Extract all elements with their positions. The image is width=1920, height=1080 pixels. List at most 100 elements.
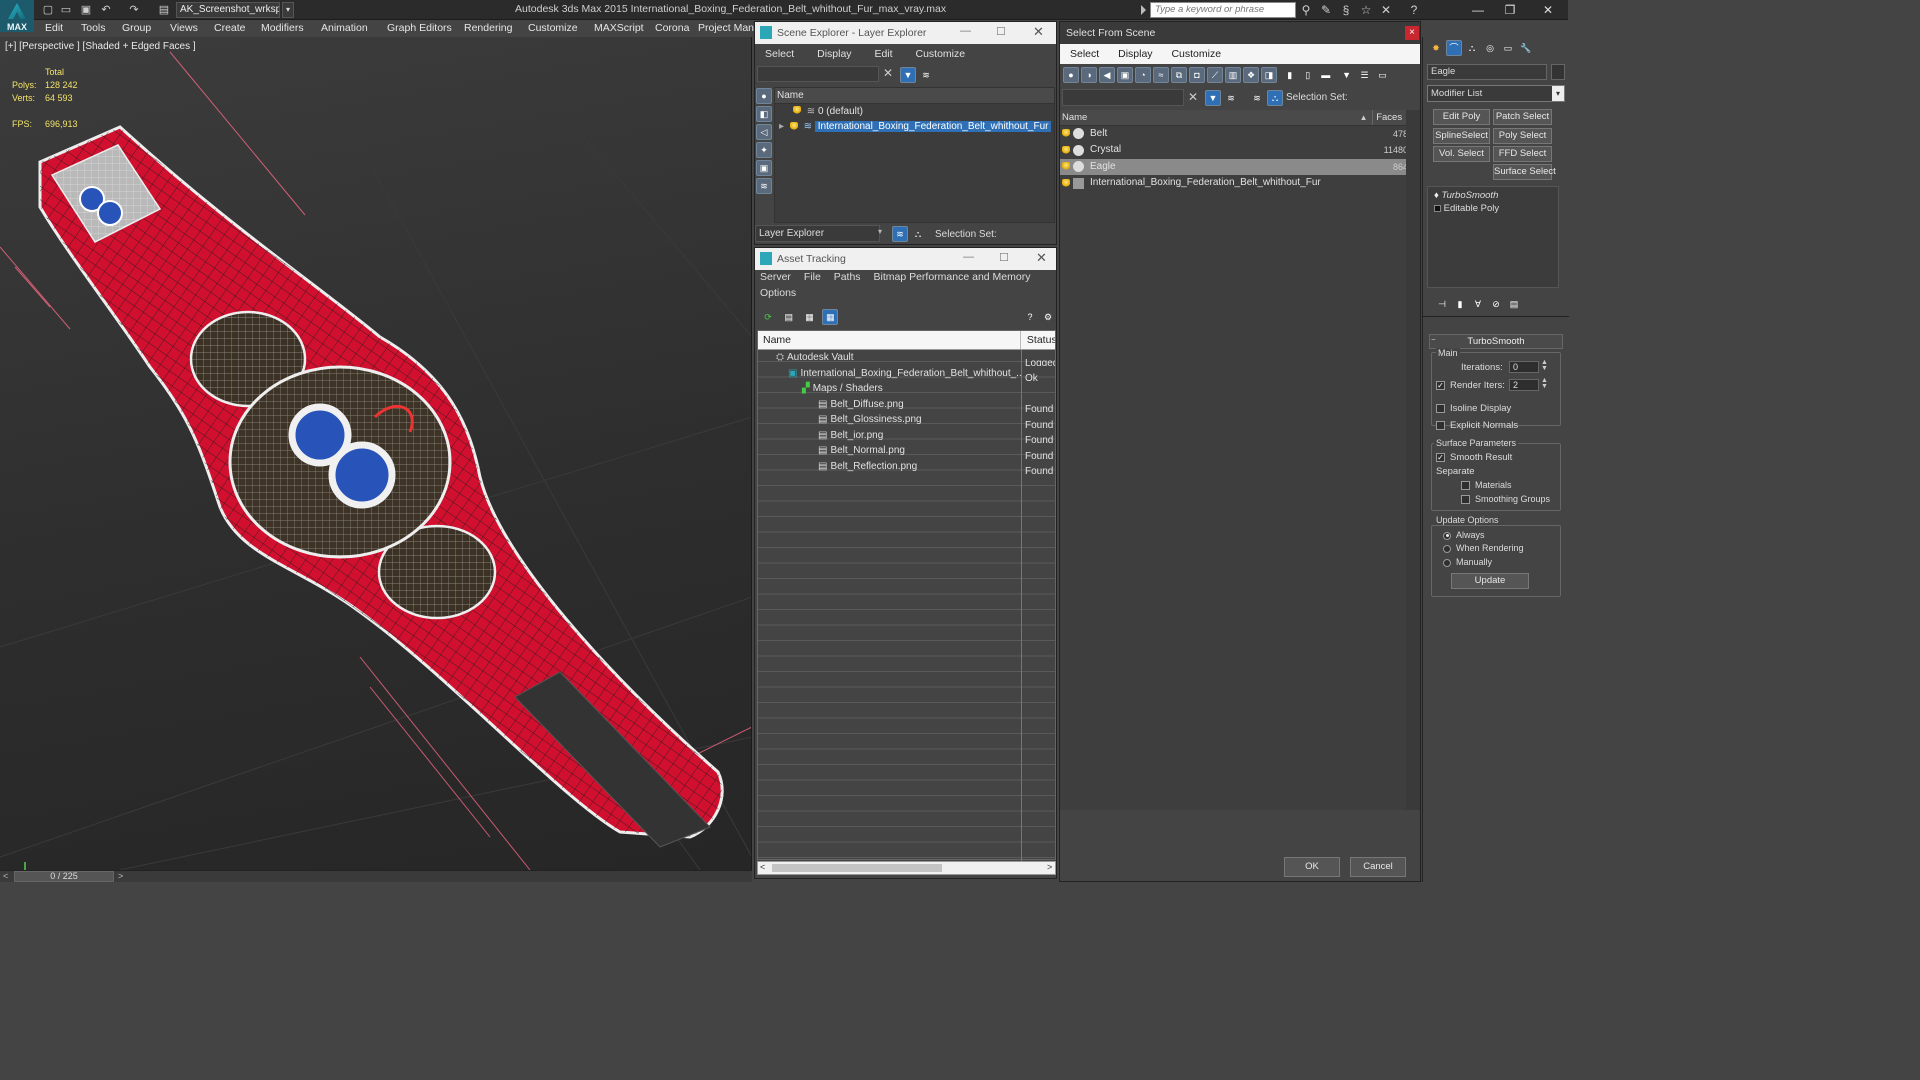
asset-tracking-maximize[interactable]: ☐ xyxy=(999,251,1009,264)
sfs-list-row[interactable]: International_Boxing_Federation_Belt_whi… xyxy=(1060,175,1406,192)
display-geometry-icon[interactable]: ● xyxy=(1063,67,1079,83)
se-display-cameras-icon[interactable]: ▣ xyxy=(756,160,772,176)
time-next-icon[interactable]: > xyxy=(118,871,123,881)
materials-row[interactable]: Materials xyxy=(1461,480,1512,491)
menu-rendering[interactable]: Rendering xyxy=(464,22,512,34)
undo-icon[interactable]: ↶ xyxy=(98,2,114,18)
at-table-row[interactable]: ▤ Belt_Reflection.png Found xyxy=(758,459,1055,475)
display-lights-icon[interactable]: ◀ xyxy=(1099,67,1115,83)
display-cameras-icon[interactable]: ▣ xyxy=(1117,67,1133,83)
display-invert-icon[interactable]: ▬ xyxy=(1318,67,1334,83)
motion-tab-icon[interactable]: ◎ xyxy=(1482,40,1498,56)
asset-tracking-close[interactable]: ✕ xyxy=(1036,250,1047,266)
asset-tracking-minimize[interactable]: — xyxy=(963,251,974,263)
minimize-button[interactable]: — xyxy=(1462,0,1494,20)
scroll-right-icon[interactable]: > xyxy=(1047,862,1052,872)
sfs-find-input[interactable] xyxy=(1062,89,1184,106)
explicit-normals-checkbox[interactable] xyxy=(1436,420,1445,430)
display-none-icon[interactable]: ▯ xyxy=(1300,67,1316,83)
surface-select-button[interactable]: Surface Select xyxy=(1493,164,1556,180)
at-help-icon[interactable]: ? xyxy=(1022,309,1038,325)
sfs-title[interactable]: Select From Scene xyxy=(1060,22,1420,44)
workspace-select[interactable]: AK_Screenshot_wrksp xyxy=(176,2,280,18)
menu-modifiers[interactable]: Modifiers xyxy=(261,22,304,34)
object-color-swatch[interactable] xyxy=(1551,64,1565,80)
display-spacewarps-icon[interactable]: ≈ xyxy=(1153,67,1169,83)
display-groups-icon[interactable]: ⧉ xyxy=(1171,67,1187,83)
menu-create[interactable]: Create xyxy=(214,22,246,34)
smooth-result-checkbox[interactable]: ✓ xyxy=(1436,452,1445,462)
tools-icon[interactable]: ✎ xyxy=(1318,2,1334,18)
collapse-icon[interactable]: ▭ xyxy=(1375,67,1391,83)
se-display-shapes-icon[interactable]: ◁ xyxy=(756,124,772,140)
time-slider-thumb[interactable]: 0 / 225 xyxy=(14,871,114,882)
update-button[interactable]: Update xyxy=(1451,573,1529,589)
subscription-icon[interactable]: § xyxy=(1338,2,1354,18)
patch-select-button[interactable]: Patch Select xyxy=(1493,109,1552,125)
sfs-filter-icon[interactable]: ▼ xyxy=(1205,90,1221,106)
scroll-left-icon[interactable]: < xyxy=(760,862,765,872)
sfs-clear-icon[interactable]: ✕ xyxy=(1188,90,1198,104)
sfs-layers-icon[interactable]: ≋ xyxy=(1249,90,1265,106)
vol-select-button[interactable]: Vol. Select xyxy=(1433,146,1490,162)
sfs-layer-filter-icon[interactable]: ≋ xyxy=(1223,90,1239,106)
menu-customize[interactable]: Customize xyxy=(528,22,578,34)
smoothing-groups-checkbox[interactable] xyxy=(1461,495,1470,505)
grid-view-icon[interactable]: ▦ xyxy=(822,309,839,325)
se-layers-icon[interactable]: ≋ xyxy=(892,226,908,242)
turbosmooth-rollout-header[interactable]: TurboSmooth xyxy=(1429,334,1563,349)
menu-edit[interactable]: Edit xyxy=(45,22,63,34)
at-table-row[interactable]: ▤ Belt_Normal.png Found xyxy=(758,443,1055,459)
se-explorer-type-select[interactable]: Layer Explorer xyxy=(755,225,880,242)
make-unique-icon[interactable]: ∀ xyxy=(1470,296,1486,312)
se-display-lights-icon[interactable]: ✦ xyxy=(756,142,772,158)
se-display-geometry-icon[interactable]: ◧ xyxy=(756,106,772,122)
new-file-icon[interactable]: ▢ xyxy=(40,2,56,18)
workspace-dropdown-icon[interactable]: ▾ xyxy=(282,2,294,18)
sort-up-icon[interactable]: ▲ xyxy=(1360,113,1368,122)
close-app-button[interactable]: ✕ xyxy=(1532,0,1564,20)
stack-item-turbosmooth[interactable]: ♦ TurboSmooth xyxy=(1428,187,1558,201)
table-view-icon[interactable]: ▦ xyxy=(802,309,818,325)
sfs-list-row[interactable]: Belt 4788 xyxy=(1060,126,1406,143)
hierarchy-tab-icon[interactable]: ⛬ xyxy=(1464,40,1480,56)
edit-poly-button[interactable]: Edit Poly xyxy=(1433,109,1490,125)
display-all-icon[interactable]: ▮ xyxy=(1282,67,1298,83)
collapse-box-icon[interactable] xyxy=(1434,204,1441,212)
search-expand-icon[interactable] xyxy=(1141,5,1146,15)
open-file-icon[interactable]: ▭ xyxy=(58,2,74,18)
sfs-col-faces[interactable]: Faces xyxy=(1372,110,1402,125)
spline-select-button[interactable]: SplineSelect xyxy=(1433,128,1490,144)
stack-item-editable-poly[interactable]: Editable Poly xyxy=(1428,201,1558,214)
se-clear-icon[interactable]: ✕ xyxy=(883,66,893,80)
remove-modifier-icon[interactable]: ⊘ xyxy=(1488,296,1504,312)
display-helpers-icon[interactable]: ◔ xyxy=(1135,67,1151,83)
menu-graph-editors[interactable]: Graph Editors xyxy=(387,22,452,34)
poly-select-button[interactable]: Poly Select xyxy=(1493,128,1552,144)
se-display-helpers-icon[interactable]: ≋ xyxy=(756,178,772,194)
update-always-row[interactable]: Always xyxy=(1443,530,1485,540)
sfs-scroll-track[interactable] xyxy=(1406,110,1420,810)
at-col-status[interactable]: Status xyxy=(1024,334,1055,346)
modifier-list-dropdown-icon[interactable]: ▾ xyxy=(1552,86,1564,101)
scene-explorer-close[interactable]: ✕ xyxy=(1033,24,1044,40)
pin-stack-icon[interactable]: ⊣ xyxy=(1434,296,1450,312)
at-table-row[interactable]: ▤ Belt_Glossiness.png Found xyxy=(758,412,1055,428)
expand-arrow-icon[interactable]: ▸ xyxy=(779,121,784,132)
iterations-spinner[interactable]: 0 xyxy=(1509,361,1539,373)
render-iters-checkbox[interactable]: ✓ xyxy=(1436,380,1445,390)
display-tab-icon[interactable]: ▭ xyxy=(1500,40,1516,56)
maximize-button[interactable]: ❐ xyxy=(1494,0,1526,20)
sfs-list-row[interactable]: Eagle 8646 xyxy=(1060,158,1406,175)
project-folder-icon[interactable]: ▤ xyxy=(156,2,172,18)
cancel-button[interactable]: Cancel xyxy=(1350,857,1406,877)
scene-explorer-minimize[interactable]: — xyxy=(960,25,971,37)
at-menu-server[interactable]: Server xyxy=(760,271,791,283)
at-table-row[interactable]: ⛭Autodesk Vault Logged xyxy=(758,350,1055,366)
save-icon[interactable]: ▣ xyxy=(78,2,94,18)
se-hierarchy-icon[interactable]: ⛬ xyxy=(910,226,926,242)
binoculars-icon[interactable]: ⚲ xyxy=(1298,2,1314,18)
iterations-spinner-arrows-icon[interactable]: ▲ ▼ xyxy=(1541,359,1548,372)
utilities-tab-icon[interactable]: 🔧 xyxy=(1518,40,1534,56)
isoline-checkbox[interactable] xyxy=(1436,403,1445,413)
